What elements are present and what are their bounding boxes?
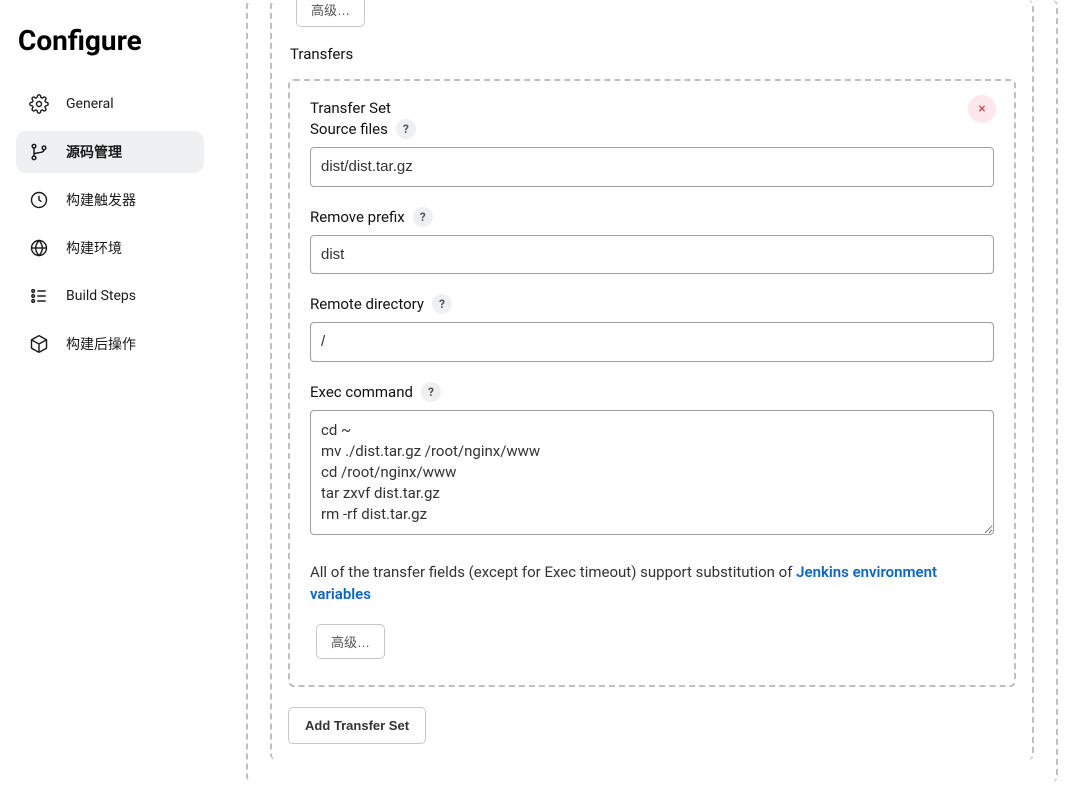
server-dashed-panel: 高级… Transfers × Transfer Set Source file… xyxy=(270,0,1034,760)
exec-command-textarea[interactable]: cd ~ mv ./dist.tar.gz /root/nginx/www cd… xyxy=(310,410,994,535)
substitution-hint: All of the transfer fields (except for E… xyxy=(310,561,994,606)
remove-transfer-set-button[interactable]: × xyxy=(968,95,996,123)
sidebar-item-environment[interactable]: 构建环境 xyxy=(16,227,204,269)
remove-prefix-label: Remove prefix xyxy=(310,208,405,226)
add-transfer-set-button[interactable]: Add Transfer Set xyxy=(288,707,426,744)
help-icon[interactable]: ? xyxy=(432,294,452,314)
advanced-top-button[interactable]: 高级… xyxy=(296,0,365,27)
remove-prefix-input[interactable] xyxy=(310,235,994,275)
sidebar: Configure General 源码管理 构建触发器 构建环境 xyxy=(0,0,210,800)
globe-icon xyxy=(28,237,50,259)
help-icon[interactable]: ? xyxy=(421,382,441,402)
sidebar-item-label: 源码管理 xyxy=(66,142,122,162)
sidebar-item-label: Build Steps xyxy=(66,288,136,304)
outer-dashed-panel: 高级… Transfers × Transfer Set Source file… xyxy=(246,0,1058,782)
sidebar-item-label: General xyxy=(66,96,114,112)
gear-icon xyxy=(28,93,50,115)
clock-icon xyxy=(28,189,50,211)
sidebar-item-label: 构建环境 xyxy=(66,238,122,258)
hint-text: All of the transfer fields (except for E… xyxy=(310,563,796,581)
advanced-inner-button[interactable]: 高级… xyxy=(316,624,385,659)
exec-command-label: Exec command xyxy=(310,383,413,401)
sidebar-item-post-build[interactable]: 构建后操作 xyxy=(16,323,204,365)
source-files-input[interactable] xyxy=(310,147,994,187)
sidebar-item-label: 构建后操作 xyxy=(66,334,136,354)
transfers-section-label: Transfers xyxy=(290,45,1016,63)
transfer-set-panel: × Transfer Set Source files ? Remove pre… xyxy=(288,79,1016,687)
source-files-label: Source files xyxy=(310,120,388,138)
remote-directory-input[interactable] xyxy=(310,322,994,362)
main-content: 高级… Transfers × Transfer Set Source file… xyxy=(210,0,1076,800)
close-icon: × xyxy=(978,102,985,116)
sidebar-item-scm[interactable]: 源码管理 xyxy=(16,131,204,173)
steps-icon xyxy=(28,285,50,307)
help-icon[interactable]: ? xyxy=(396,119,416,139)
sidebar-item-triggers[interactable]: 构建触发器 xyxy=(16,179,204,221)
sidebar-item-general[interactable]: General xyxy=(16,83,204,125)
sidebar-item-label: 构建触发器 xyxy=(66,190,136,210)
page-title: Configure xyxy=(18,24,204,57)
help-icon[interactable]: ? xyxy=(413,207,433,227)
sidebar-item-build-steps[interactable]: Build Steps xyxy=(16,275,204,317)
package-icon xyxy=(28,333,50,355)
transfer-set-title: Transfer Set xyxy=(310,99,994,117)
git-branch-icon xyxy=(28,141,50,163)
remote-directory-label: Remote directory xyxy=(310,295,424,313)
